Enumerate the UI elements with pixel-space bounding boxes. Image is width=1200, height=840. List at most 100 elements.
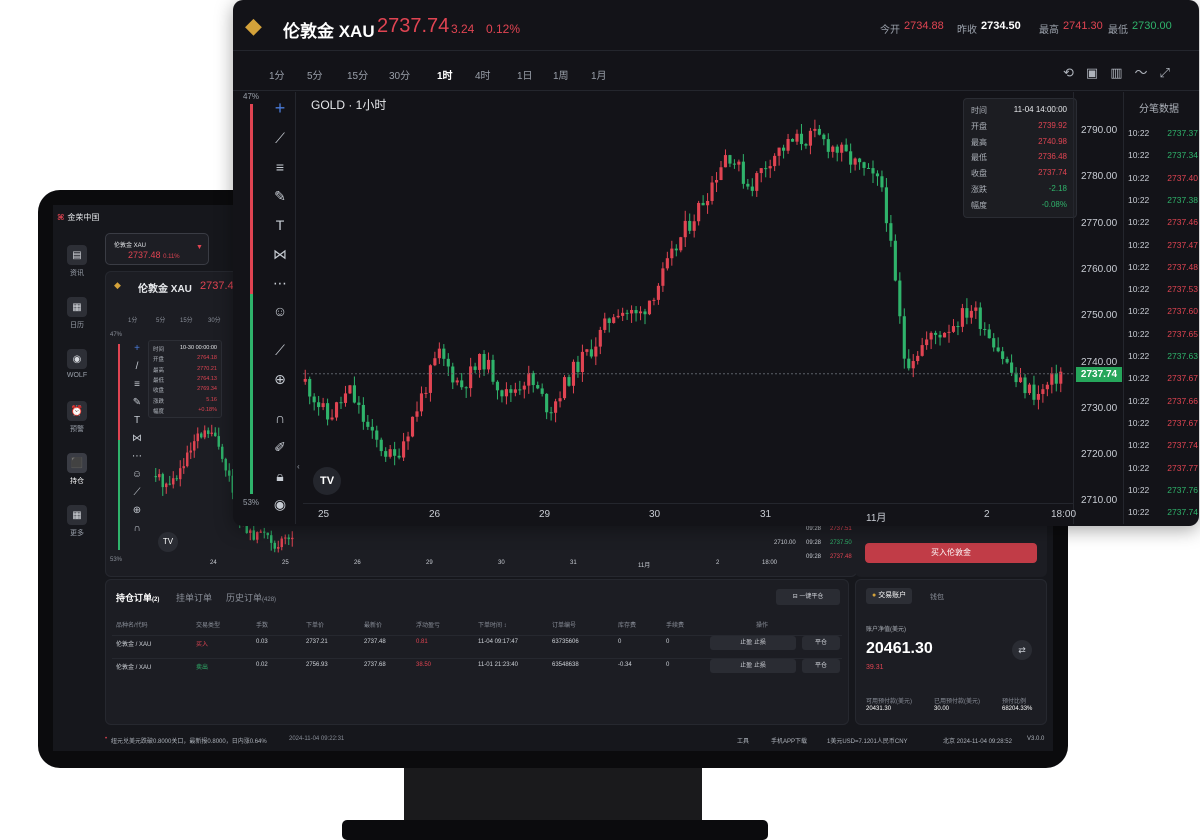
ticker-card[interactable]: 伦敦金 XAU 2737.48 0.11% ▼ <box>105 233 209 265</box>
candle-body <box>280 538 283 548</box>
status-bar: • 纽元兑美元跌破0.8000关口，最新报0.8000，日内涨0.64% 202… <box>105 733 1049 747</box>
status-app-download[interactable]: 手机APP下载 <box>771 736 807 745</box>
brush-icon[interactable]: ✎ <box>130 394 144 412</box>
sidebar-label: 持仓 <box>70 478 84 485</box>
candle-body <box>189 450 192 453</box>
ohlc-value: 2740.98 <box>1038 136 1067 146</box>
candle-body <box>203 430 206 438</box>
sidebar-item-calendar[interactable]: ▦ 日历 <box>53 297 101 330</box>
timeframe-1[interactable]: 5分 <box>307 67 323 82</box>
tf-15m[interactable]: 15分 <box>180 315 193 324</box>
sidebar-label: 日历 <box>70 322 84 329</box>
ruler-icon[interactable]: ⟋ <box>130 484 144 502</box>
magnet-icon[interactable]: ∩ <box>130 520 144 538</box>
sidebar-item-news[interactable]: ▤ 资讯 <box>53 245 101 278</box>
candle-body <box>172 478 175 485</box>
small-x-tick: 24 <box>210 560 217 566</box>
close-position-button[interactable]: 平仓 <box>802 636 840 650</box>
candle-type-icon[interactable]: ▥ <box>1110 65 1134 80</box>
status-news[interactable]: 纽元兑美元跌破0.8000关口，最新报0.8000，日内涨0.64% <box>111 736 267 745</box>
crosshair-icon[interactable]: + <box>268 98 292 118</box>
tab-trading-account[interactable]: ● 交易账户 <box>866 588 913 604</box>
replay-icon[interactable]: ⟲ <box>1063 65 1086 80</box>
trade-row: 10:22 2737.46 <box>1128 217 1198 227</box>
collapse-toolbar-icon[interactable]: ‹ <box>297 462 300 471</box>
timeframe-0[interactable]: 1分 <box>269 67 285 82</box>
close-position-button[interactable]: 平仓 <box>802 659 840 673</box>
measure-icon[interactable]: ⋯ <box>130 448 144 466</box>
stat-label: 最高 <box>1039 25 1059 36</box>
tf-1m[interactable]: 1分 <box>128 315 137 324</box>
sidebar-item-wolf[interactable]: ◉ WOLF <box>53 349 101 379</box>
zoom-icon[interactable]: ⊕ <box>130 502 144 520</box>
timeframe-8[interactable]: 1月 <box>591 67 607 82</box>
indicator-icon[interactable]: 〜 <box>1135 65 1160 80</box>
candle-body <box>186 452 189 467</box>
measure-icon[interactable]: ⋯ <box>268 273 292 293</box>
eye-icon[interactable]: ◉ <box>268 494 292 514</box>
trade-price: 2737.74 <box>1167 507 1198 518</box>
candle-body <box>343 393 348 403</box>
timeframe-4[interactable]: 1时 <box>437 67 453 82</box>
trendline-icon[interactable]: / <box>130 358 144 376</box>
zoom-in-icon[interactable]: ⊕ <box>268 369 292 389</box>
tab-wallet[interactable]: 钱包 <box>930 592 944 602</box>
sidebar-item-position[interactable]: ⬛ 持仓 <box>53 453 101 486</box>
trade-row: 10:22 2737.48 <box>1128 262 1198 272</box>
ruler-icon[interactable]: ⟋ <box>268 340 292 360</box>
sidebar-item-alarm[interactable]: ⏰ 预警 <box>53 401 101 434</box>
lines-icon[interactable]: ≡ <box>268 157 292 177</box>
tab-open-orders[interactable]: 持仓订单(2) <box>116 591 159 604</box>
timeframe-5[interactable]: 4时 <box>475 67 491 82</box>
buy-button[interactable]: 买入伦敦金 <box>865 543 1037 563</box>
stat-label: 最低 <box>1108 25 1128 36</box>
tf-30m[interactable]: 30分 <box>208 315 221 324</box>
tp-sl-button[interactable]: 止盈 止损 <box>710 636 796 650</box>
trade-row: 10:22 2737.77 <box>1128 463 1198 473</box>
candle-body <box>437 348 441 359</box>
ohlc-label: 收盘 <box>153 388 165 395</box>
close-all-button[interactable]: ⊟ 一键平仓 <box>776 589 840 605</box>
candle-body <box>683 220 687 238</box>
refresh-icon[interactable]: ⇄ <box>1012 640 1032 660</box>
emoji-icon[interactable]: ☺ <box>130 466 144 484</box>
emoji-icon[interactable]: ☺ <box>268 301 292 321</box>
status-tools[interactable]: 工具 <box>737 736 749 745</box>
timeframe-2[interactable]: 15分 <box>347 67 368 82</box>
crosshair-icon[interactable]: + <box>130 340 144 358</box>
fullscreen-icon[interactable]: ⤢ <box>1160 65 1182 80</box>
lock-icon[interactable]: 🔒︎ <box>268 466 292 486</box>
magnet-icon[interactable]: ∩ <box>268 408 292 428</box>
sidebar-item-more[interactable]: ▦ 更多 <box>53 505 101 538</box>
text-icon[interactable]: T <box>268 215 292 235</box>
tf-5m[interactable]: 5分 <box>156 315 165 324</box>
layout-icon[interactable]: ▣ <box>1086 65 1110 80</box>
trade-time: 10:22 <box>1128 417 1150 428</box>
timeframe-6[interactable]: 1日 <box>517 67 533 82</box>
tab-pending-orders[interactable]: 挂单订单 <box>176 591 212 604</box>
trendline-icon[interactable]: ⟋ <box>268 128 292 148</box>
brush-icon[interactable]: ✎ <box>268 186 292 206</box>
ohlc-label: 幅度 <box>971 200 987 210</box>
trade-price: 2737.66 <box>1167 395 1198 406</box>
candle-body <box>750 186 754 191</box>
candle-body <box>907 358 911 369</box>
lock-drawing-icon[interactable]: ✐ <box>268 437 292 457</box>
candle-body <box>273 542 276 549</box>
table-header: 最新价 <box>364 623 383 629</box>
main-title: 伦敦金 XAU <box>283 22 375 41</box>
pattern-icon[interactable]: ⋈ <box>268 244 292 264</box>
pattern-icon[interactable]: ⋈ <box>130 430 144 448</box>
date-tick: 31 <box>760 509 772 520</box>
tp-sl-button[interactable]: 止盈 止损 <box>710 659 796 673</box>
timeframe-7[interactable]: 1周 <box>553 67 569 82</box>
pct-bottom: 53% <box>243 498 260 507</box>
table-header: 浮动盈亏 <box>416 623 441 629</box>
text-icon[interactable]: T <box>130 412 144 430</box>
candle-body <box>330 417 334 420</box>
timeframe-3[interactable]: 30分 <box>389 67 410 82</box>
tab-history-orders[interactable]: 历史订单(428) <box>226 591 276 604</box>
candle-body <box>665 258 669 269</box>
main-change-pct: 0.12% <box>486 22 521 36</box>
lines-icon[interactable]: ≡ <box>130 376 144 394</box>
